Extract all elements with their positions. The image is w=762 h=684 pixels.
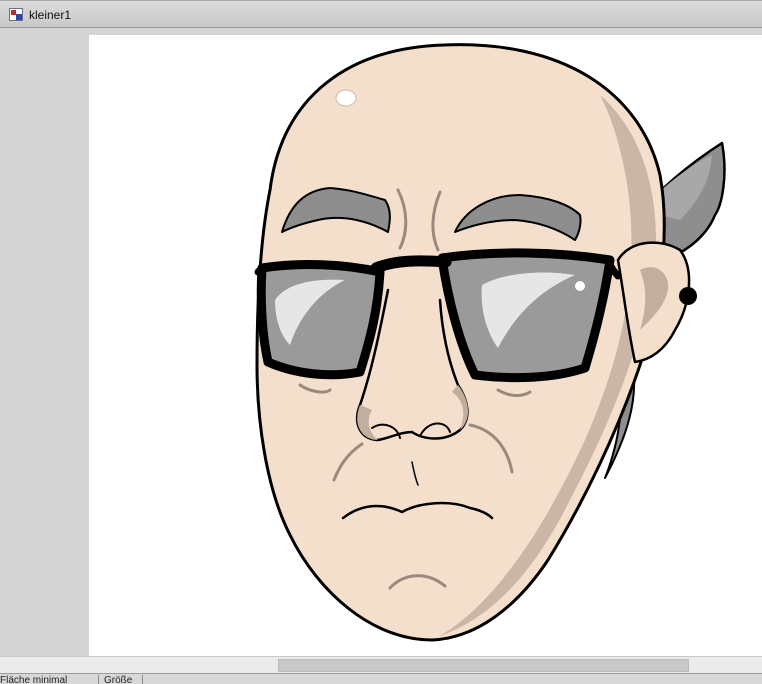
window-title: kleiner1 — [29, 8, 72, 22]
workspace — [0, 28, 762, 656]
horizontal-scrollbar[interactable] — [0, 656, 762, 673]
face-illustration — [254, 43, 726, 642]
status-bar: Fläche minimal Größe — [0, 673, 762, 684]
title-bar[interactable]: kleiner1 — [0, 0, 762, 28]
scrollbar-thumb[interactable] — [278, 659, 689, 672]
status-cell-info: Fläche minimal — [0, 675, 99, 684]
image-canvas[interactable] — [89, 35, 762, 656]
right-lens — [437, 248, 615, 383]
image-icon[interactable] — [9, 8, 23, 21]
status-cell-size: Größe — [104, 675, 143, 684]
earring-icon — [679, 287, 697, 305]
